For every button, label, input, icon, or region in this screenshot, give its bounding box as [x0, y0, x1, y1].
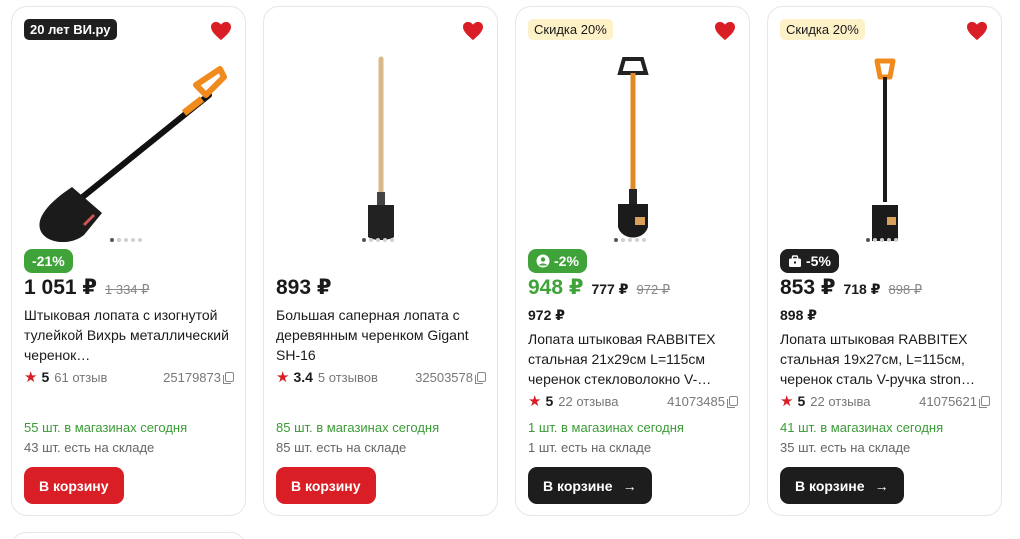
star-icon: ★ — [276, 369, 290, 386]
price-row: 853 ₽ 718 ₽ 898 ₽ — [780, 275, 922, 300]
regular-price: 898 ₽ — [780, 307, 817, 323]
product-code-value: 41073485 — [667, 393, 725, 409]
rating-row: ★ 5 22 отзыва 41075621 — [780, 392, 990, 410]
business-price: 718 ₽ — [843, 281, 881, 297]
copy-icon[interactable] — [727, 396, 738, 408]
product-code: 41075621 — [919, 394, 990, 409]
rating-row: ★ 3.4 5 отзывов 32503578 — [276, 368, 486, 386]
heart-icon[interactable] — [210, 21, 232, 41]
product-code: 32503578 — [415, 370, 486, 385]
sale-badge: Скидка 20% — [780, 19, 865, 40]
reviews-link[interactable]: 61 отзыв — [54, 370, 107, 385]
discount-value: -5% — [806, 253, 831, 269]
in-cart-button[interactable]: В корзине → — [528, 467, 652, 504]
stock-in-shops[interactable]: 41 шт. в магазинах сегодня — [780, 420, 943, 435]
price-row: 1 051 ₽ 1 334 ₽ — [24, 275, 149, 300]
product-image[interactable] — [276, 47, 486, 242]
product-image[interactable] — [528, 47, 738, 242]
heart-icon[interactable] — [714, 21, 736, 41]
old-price: 1 334 ₽ — [105, 282, 150, 297]
reviews-link[interactable]: 5 отзывов — [318, 370, 378, 385]
product-card[interactable]: 20 лет ВИ.ру -21% 1 051 ₽ 1 334 ₽ Штыков… — [11, 6, 246, 516]
product-title[interactable]: Штыковая лопата с изогнутой тулейкой Вих… — [24, 305, 236, 365]
product-grid: 20 лет ВИ.ру -21% 1 051 ₽ 1 334 ₽ Штыков… — [11, 6, 1002, 516]
add-to-cart-label: В корзину — [39, 477, 109, 494]
heart-icon[interactable] — [966, 21, 988, 41]
product-code: 25179873 — [163, 370, 234, 385]
add-to-cart-button[interactable]: В корзину — [24, 467, 124, 504]
price-row: 893 ₽ — [276, 275, 331, 300]
rating-row: ★ 5 22 отзыва 41073485 — [528, 392, 738, 410]
next-row-card-edge — [11, 532, 246, 539]
product-title[interactable]: Лопата штыковая RABBITEX стальная 19x27с… — [780, 329, 992, 389]
discount-badge: -5% — [780, 249, 839, 273]
product-image[interactable] — [780, 47, 990, 242]
stock-in-warehouse: 35 шт. есть на складе — [780, 440, 911, 455]
product-title[interactable]: Большая саперная лопата с деревянным чер… — [276, 305, 488, 365]
rating-value: 5 — [545, 393, 554, 409]
image-carousel-dots[interactable] — [866, 238, 898, 242]
heart-icon[interactable] — [462, 21, 484, 41]
product-code-value: 32503578 — [415, 369, 473, 385]
anniversary-badge: 20 лет ВИ.ру — [24, 19, 117, 40]
product-card[interactable]: Скидка 20% -5% 853 ₽ 718 ₽ 898 ₽ 898 ₽ Л… — [767, 6, 1002, 516]
rating-value: 3.4 — [293, 369, 313, 385]
copy-icon[interactable] — [475, 372, 486, 384]
price-row: 948 ₽ 777 ₽ 972 ₽ — [528, 275, 670, 300]
reviews-link[interactable]: 22 отзыва — [558, 394, 618, 409]
stock-in-warehouse: 1 шт. есть на складе — [528, 440, 652, 455]
rating-value: 5 — [797, 393, 806, 409]
discount-badge: -21% — [24, 249, 73, 273]
discount-value: -2% — [554, 253, 579, 269]
old-price: 898 ₽ — [888, 282, 923, 297]
image-carousel-dots[interactable] — [362, 238, 394, 242]
product-code: 41073485 — [667, 394, 738, 409]
product-code-value: 25179873 — [163, 369, 221, 385]
stock-in-shops[interactable]: 55 шт. в магазинах сегодня — [24, 420, 187, 435]
price: 1 051 ₽ — [24, 276, 97, 299]
copy-icon[interactable] — [979, 396, 990, 408]
member-price: 777 ₽ — [591, 281, 629, 297]
product-image[interactable] — [24, 47, 234, 243]
arrow-right-icon: → — [622, 477, 637, 494]
rating-row: ★ 5 61 отзыв 25179873 — [24, 368, 234, 386]
price: 853 ₽ — [780, 276, 836, 299]
discount-badge: -2% — [528, 249, 587, 273]
copy-icon[interactable] — [223, 372, 234, 384]
stock-in-warehouse: 43 шт. есть на складе — [24, 440, 155, 455]
star-icon: ★ — [24, 369, 38, 386]
in-cart-label: В корзине — [543, 477, 613, 494]
regular-price: 972 ₽ — [528, 307, 565, 323]
briefcase-icon — [789, 254, 801, 267]
sale-badge: Скидка 20% — [528, 19, 613, 40]
old-price: 972 ₽ — [636, 282, 671, 297]
rating-value: 5 — [41, 369, 50, 385]
stock-in-shops[interactable]: 1 шт. в магазинах сегодня — [528, 420, 684, 435]
product-title[interactable]: Лопата штыковая RABBITEX стальная 21x29с… — [528, 329, 740, 389]
in-cart-label: В корзине — [795, 477, 865, 494]
product-card[interactable]: Скидка 20% -2% 948 ₽ 777 ₽ 972 ₽ 972 ₽ Л… — [515, 6, 750, 516]
product-card[interactable]: 893 ₽ Большая саперная лопата с деревянн… — [263, 6, 498, 516]
image-carousel-dots[interactable] — [110, 238, 142, 242]
price: 948 ₽ — [528, 276, 584, 299]
user-circle-icon — [536, 254, 550, 268]
reviews-link[interactable]: 22 отзыва — [810, 394, 870, 409]
star-icon: ★ — [780, 393, 794, 410]
stock-in-warehouse: 85 шт. есть на складе — [276, 440, 407, 455]
product-code-value: 41075621 — [919, 393, 977, 409]
image-carousel-dots[interactable] — [614, 238, 646, 242]
add-to-cart-label: В корзину — [291, 477, 361, 494]
stock-in-shops[interactable]: 85 шт. в магазинах сегодня — [276, 420, 439, 435]
price: 893 ₽ — [276, 276, 332, 299]
add-to-cart-button[interactable]: В корзину — [276, 467, 376, 504]
in-cart-button[interactable]: В корзине → — [780, 467, 904, 504]
arrow-right-icon: → — [874, 477, 889, 494]
star-icon: ★ — [528, 393, 542, 410]
